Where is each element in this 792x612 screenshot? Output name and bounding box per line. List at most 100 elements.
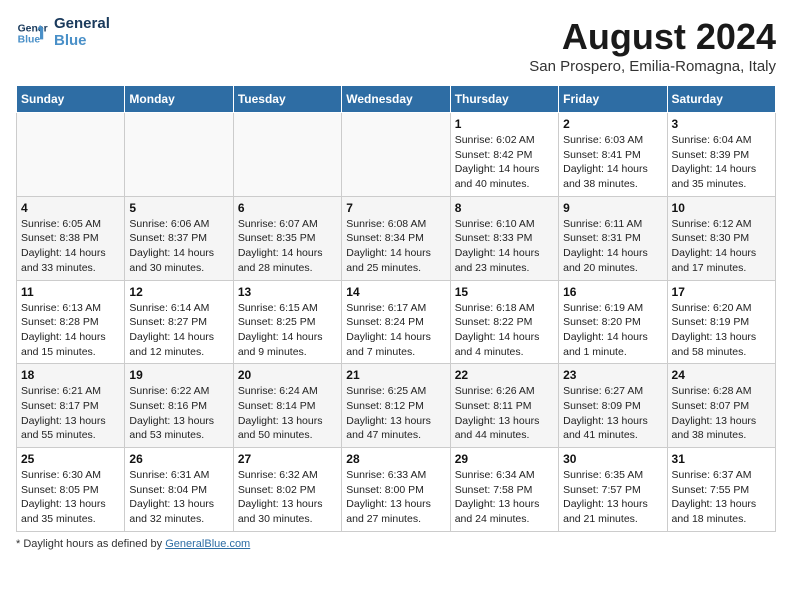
day-info: Sunrise: 6:25 AM Sunset: 8:12 PM Dayligh… (346, 384, 445, 443)
day-number: 8 (455, 201, 554, 215)
day-number: 3 (672, 117, 771, 131)
day-number: 25 (21, 452, 120, 466)
calendar-cell: 8 Sunrise: 6:10 AM Sunset: 8:33 PM Daylig… (450, 196, 558, 280)
day-number: 11 (21, 285, 120, 299)
calendar-cell: 12 Sunrise: 6:14 AM Sunset: 8:27 PM Dayli… (125, 280, 233, 364)
day-info: Sunrise: 6:12 AM Sunset: 8:30 PM Dayligh… (672, 217, 771, 276)
calendar: SundayMondayTuesdayWednesdayThursdayFrid… (16, 85, 776, 532)
calendar-cell: 15 Sunrise: 6:18 AM Sunset: 8:22 PM Dayli… (450, 280, 558, 364)
day-number: 14 (346, 285, 445, 299)
calendar-day-header: Friday (559, 86, 667, 113)
calendar-cell: 20Sunrise: 6:24 AM Sunset: 8:14 PM Dayli… (233, 364, 341, 448)
calendar-week-row: 25Sunrise: 6:30 AM Sunset: 8:05 PM Dayli… (17, 448, 776, 532)
calendar-cell: 7 Sunrise: 6:08 AM Sunset: 8:34 PM Daylig… (342, 196, 450, 280)
calendar-cell: 2 Sunrise: 6:03 AM Sunset: 8:41 PM Daylig… (559, 113, 667, 197)
day-number: 15 (455, 285, 554, 299)
day-info: Sunrise: 6:31 AM Sunset: 8:04 PM Dayligh… (129, 468, 228, 527)
calendar-cell: 3 Sunrise: 6:04 AM Sunset: 8:39 PM Daylig… (667, 113, 775, 197)
day-info: Sunrise: 6:27 AM Sunset: 8:09 PM Dayligh… (563, 384, 662, 443)
day-info: Sunrise: 6:18 AM Sunset: 8:22 PM Dayligh… (455, 301, 554, 360)
day-number: 31 (672, 452, 771, 466)
day-info: Sunrise: 6:02 AM Sunset: 8:42 PM Dayligh… (455, 133, 554, 192)
day-info: Sunrise: 6:22 AM Sunset: 8:16 PM Dayligh… (129, 384, 228, 443)
day-info: Sunrise: 6:26 AM Sunset: 8:11 PM Dayligh… (455, 384, 554, 443)
logo: General Blue General Blue GeneralBlue (16, 16, 110, 49)
calendar-cell: 10 Sunrise: 6:12 AM Sunset: 8:30 PM Dayli… (667, 196, 775, 280)
svg-text:General: General (18, 23, 48, 34)
calendar-cell: 23 Sunrise: 6:27 AM Sunset: 8:09 PM Dayli… (559, 364, 667, 448)
day-info: Sunrise: 6:05 AM Sunset: 8:38 PM Dayligh… (21, 217, 120, 276)
day-info: Sunrise: 6:28 AM Sunset: 8:07 PM Dayligh… (672, 384, 771, 443)
day-number: 7 (346, 201, 445, 215)
svg-text:Blue: Blue (18, 34, 41, 45)
day-number: 10 (672, 201, 771, 215)
calendar-cell (233, 113, 341, 197)
day-info: Sunrise: 6:32 AM Sunset: 8:02 PM Dayligh… (238, 468, 337, 527)
calendar-cell (125, 113, 233, 197)
day-number: 28 (346, 452, 445, 466)
calendar-cell: 26 Sunrise: 6:31 AM Sunset: 8:04 PM Dayli… (125, 448, 233, 532)
calendar-cell: 13Sunrise: 6:15 AM Sunset: 8:25 PM Dayli… (233, 280, 341, 364)
calendar-cell: 5 Sunrise: 6:06 AM Sunset: 8:37 PM Daylig… (125, 196, 233, 280)
calendar-cell: 6Sunrise: 6:07 AM Sunset: 8:35 PM Daylig… (233, 196, 341, 280)
day-number: 26 (129, 452, 228, 466)
day-number: 1 (455, 117, 554, 131)
day-info: Sunrise: 6:34 AM Sunset: 7:58 PM Dayligh… (455, 468, 554, 527)
calendar-cell: 28 Sunrise: 6:33 AM Sunset: 8:00 PM Dayli… (342, 448, 450, 532)
day-info: Sunrise: 6:03 AM Sunset: 8:41 PM Dayligh… (563, 133, 662, 192)
day-info: Sunrise: 6:10 AM Sunset: 8:33 PM Dayligh… (455, 217, 554, 276)
day-number: 12 (129, 285, 228, 299)
day-number: 23 (563, 368, 662, 382)
calendar-cell: 18Sunrise: 6:21 AM Sunset: 8:17 PM Dayli… (17, 364, 125, 448)
day-info: Sunrise: 6:33 AM Sunset: 8:00 PM Dayligh… (346, 468, 445, 527)
day-info: Sunrise: 6:13 AM Sunset: 8:28 PM Dayligh… (21, 301, 120, 360)
calendar-cell: 24Sunrise: 6:28 AM Sunset: 8:07 PM Dayli… (667, 364, 775, 448)
day-info: Sunrise: 6:37 AM Sunset: 7:55 PM Dayligh… (672, 468, 771, 527)
calendar-cell: 21 Sunrise: 6:25 AM Sunset: 8:12 PM Dayli… (342, 364, 450, 448)
calendar-cell (17, 113, 125, 197)
day-number: 13 (238, 285, 337, 299)
day-info: Sunrise: 6:11 AM Sunset: 8:31 PM Dayligh… (563, 217, 662, 276)
day-number: 16 (563, 285, 662, 299)
calendar-week-row: 1 Sunrise: 6:02 AM Sunset: 8:42 PM Daylig… (17, 113, 776, 197)
calendar-day-header: Saturday (667, 86, 775, 113)
main-title: August 2024 (529, 16, 776, 58)
day-number: 22 (455, 368, 554, 382)
day-number: 21 (346, 368, 445, 382)
day-info: Sunrise: 6:04 AM Sunset: 8:39 PM Dayligh… (672, 133, 771, 192)
calendar-week-row: 18Sunrise: 6:21 AM Sunset: 8:17 PM Dayli… (17, 364, 776, 448)
calendar-cell: 27 Sunrise: 6:32 AM Sunset: 8:02 PM Dayli… (233, 448, 341, 532)
calendar-cell: 11 Sunrise: 6:13 AM Sunset: 8:28 PM Dayli… (17, 280, 125, 364)
subtitle: San Prospero, Emilia-Romagna, Italy (529, 58, 776, 75)
day-info: Sunrise: 6:19 AM Sunset: 8:20 PM Dayligh… (563, 301, 662, 360)
calendar-header-row: SundayMondayTuesdayWednesdayThursdayFrid… (17, 86, 776, 113)
day-number: 5 (129, 201, 228, 215)
calendar-day-header: Sunday (17, 86, 125, 113)
day-info: Sunrise: 6:14 AM Sunset: 8:27 PM Dayligh… (129, 301, 228, 360)
day-number: 2 (563, 117, 662, 131)
day-number: 6 (238, 201, 337, 215)
calendar-cell: 25Sunrise: 6:30 AM Sunset: 8:05 PM Dayli… (17, 448, 125, 532)
day-info: Sunrise: 6:17 AM Sunset: 8:24 PM Dayligh… (346, 301, 445, 360)
calendar-cell: 4 Sunrise: 6:05 AM Sunset: 8:38 PM Daylig… (17, 196, 125, 280)
calendar-cell: 14 Sunrise: 6:17 AM Sunset: 8:24 PM Dayli… (342, 280, 450, 364)
day-info: Sunrise: 6:08 AM Sunset: 8:34 PM Dayligh… (346, 217, 445, 276)
calendar-cell: 17Sunrise: 6:20 AM Sunset: 8:19 PM Dayli… (667, 280, 775, 364)
day-number: 4 (21, 201, 120, 215)
calendar-cell: 29 Sunrise: 6:34 AM Sunset: 7:58 PM Dayli… (450, 448, 558, 532)
calendar-week-row: 4 Sunrise: 6:05 AM Sunset: 8:38 PM Daylig… (17, 196, 776, 280)
calendar-cell: 1 Sunrise: 6:02 AM Sunset: 8:42 PM Daylig… (450, 113, 558, 197)
title-area: August 2024 San Prospero, Emilia-Romagna… (529, 16, 776, 75)
day-number: 27 (238, 452, 337, 466)
day-info: Sunrise: 6:35 AM Sunset: 7:57 PM Dayligh… (563, 468, 662, 527)
logo-text: GeneralBlue (54, 16, 110, 49)
calendar-day-header: Tuesday (233, 86, 341, 113)
logo-icon: General Blue (16, 17, 48, 49)
day-info: Sunrise: 6:06 AM Sunset: 8:37 PM Dayligh… (129, 217, 228, 276)
day-number: 17 (672, 285, 771, 299)
day-info: Sunrise: 6:21 AM Sunset: 8:17 PM Dayligh… (21, 384, 120, 443)
day-number: 19 (129, 368, 228, 382)
day-number: 29 (455, 452, 554, 466)
day-number: 9 (563, 201, 662, 215)
calendar-day-header: Wednesday (342, 86, 450, 113)
